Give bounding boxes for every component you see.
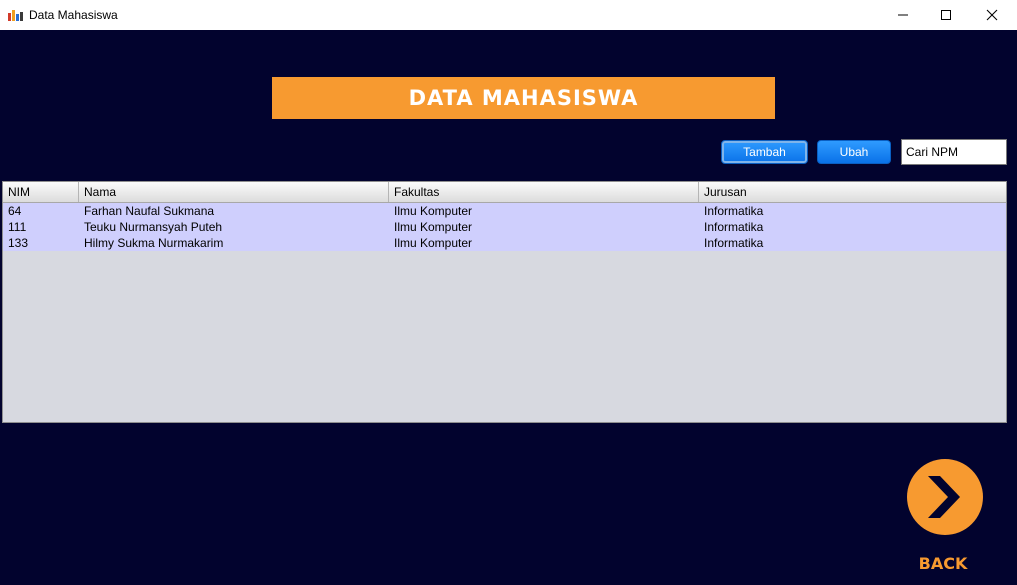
minimize-button[interactable] — [880, 0, 926, 30]
column-header-nama[interactable]: Nama — [79, 182, 389, 202]
column-header-nim[interactable]: NIM — [3, 182, 79, 202]
cell-nama: Farhan Naufal Sukmana — [84, 204, 215, 218]
cell-nim: 64 — [8, 204, 22, 218]
cell-nama: Hilmy Sukma Nurmakarim — [84, 236, 224, 250]
cell-nim: 111 — [8, 220, 27, 234]
app-icon — [8, 10, 23, 21]
back-label[interactable]: BACK — [916, 554, 970, 573]
page-title-banner: DATA MAHASISWA — [272, 77, 775, 119]
add-button[interactable]: Tambah — [721, 140, 808, 164]
cell-jurusan: Informatika — [704, 236, 764, 250]
cell-jurusan: Informatika — [704, 220, 764, 234]
edit-button[interactable]: Ubah — [817, 140, 891, 164]
minimize-icon — [898, 14, 908, 16]
table-row[interactable]: 111 Teuku Nurmansyah Puteh Ilmu Komputer… — [3, 219, 1006, 235]
search-input[interactable]: Cari NPM — [901, 139, 1007, 165]
table-body: 64 Farhan Naufal Sukmana Ilmu Komputer I… — [3, 203, 1006, 251]
back-button[interactable] — [906, 458, 984, 536]
maximize-icon — [941, 10, 951, 20]
column-header-fakultas[interactable]: Fakultas — [389, 182, 699, 202]
student-table[interactable]: NIM Nama Fakultas Jurusan 64 Farhan Nauf… — [2, 181, 1007, 423]
cell-jurusan: Informatika — [704, 204, 764, 218]
main-panel: DATA MAHASISWA Tambah Ubah Cari NPM NIM … — [0, 30, 1017, 585]
page-title: DATA MAHASISWA — [408, 86, 639, 110]
table-header: NIM Nama Fakultas Jurusan — [3, 182, 1006, 203]
window-title: Data Mahasiswa — [29, 8, 118, 22]
cell-nim: 133 — [8, 236, 29, 250]
close-button[interactable] — [969, 0, 1015, 30]
maximize-button[interactable] — [923, 0, 969, 30]
cell-fakultas: Ilmu Komputer — [394, 204, 473, 218]
cell-fakultas: Ilmu Komputer — [394, 236, 473, 250]
cell-fakultas: Ilmu Komputer — [394, 220, 473, 234]
cell-nama: Teuku Nurmansyah Puteh — [84, 220, 223, 234]
close-icon — [986, 9, 998, 21]
table-row[interactable]: 64 Farhan Naufal Sukmana Ilmu Komputer I… — [3, 203, 1006, 219]
column-header-jurusan[interactable]: Jurusan — [699, 182, 1006, 202]
title-bar: Data Mahasiswa — [0, 0, 1017, 31]
table-row[interactable]: 133 Hilmy Sukma Nurmakarim Ilmu Komputer… — [3, 235, 1006, 251]
